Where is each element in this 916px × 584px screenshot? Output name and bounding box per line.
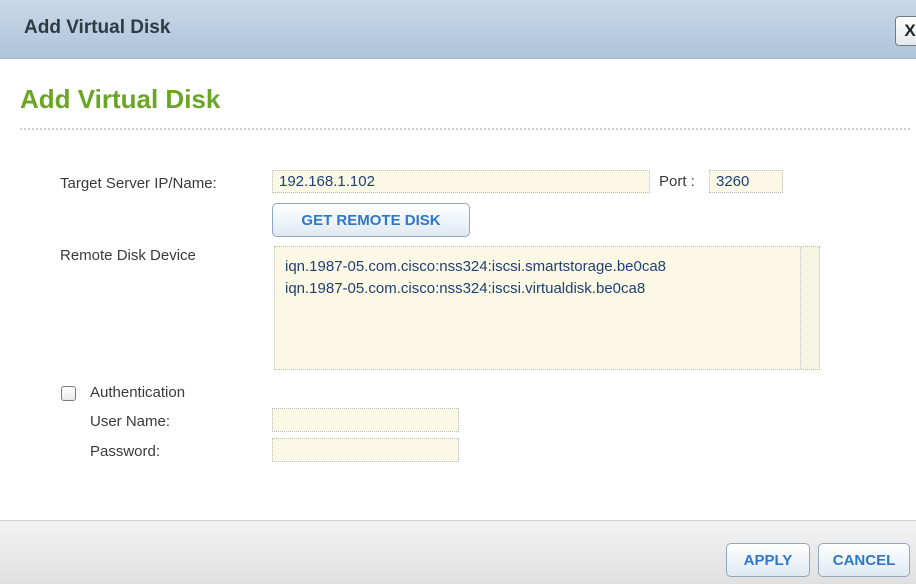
port-label: Port : [659, 173, 695, 190]
cancel-button[interactable]: CANCEL [818, 543, 910, 577]
dialog-title-bar: Add Virtual Disk X [0, 0, 916, 59]
apply-button[interactable]: APPLY [726, 543, 810, 577]
authentication-checkbox[interactable] [61, 386, 76, 401]
dialog-window-title: Add Virtual Disk [24, 17, 171, 38]
page-title: Add Virtual Disk [20, 84, 221, 114]
port-input[interactable] [709, 170, 783, 193]
authentication-label: Authentication [90, 384, 186, 401]
username-input[interactable] [272, 408, 459, 432]
username-label: User Name: [90, 413, 171, 430]
password-input[interactable] [272, 438, 459, 462]
remote-disk-item[interactable]: iqn.1987-05.com.cisco:nss324:iscsi.virtu… [285, 278, 819, 300]
heading-divider [20, 128, 910, 130]
remote-disk-item[interactable]: iqn.1987-05.com.cisco:nss324:iscsi.smart… [285, 256, 819, 278]
dialog-footer: APPLY CANCEL [0, 520, 916, 584]
close-button[interactable]: X [895, 16, 916, 46]
password-label: Password: [90, 443, 161, 460]
get-remote-disk-button[interactable]: GET REMOTE DISK [272, 203, 470, 237]
remote-disk-label: Remote Disk Device [60, 247, 196, 264]
remote-disk-list[interactable]: iqn.1987-05.com.cisco:nss324:iscsi.smart… [274, 246, 820, 370]
target-server-label: Target Server IP/Name: [60, 175, 217, 192]
target-server-input[interactable] [272, 170, 650, 193]
remote-disk-scrollbar[interactable] [800, 247, 819, 369]
